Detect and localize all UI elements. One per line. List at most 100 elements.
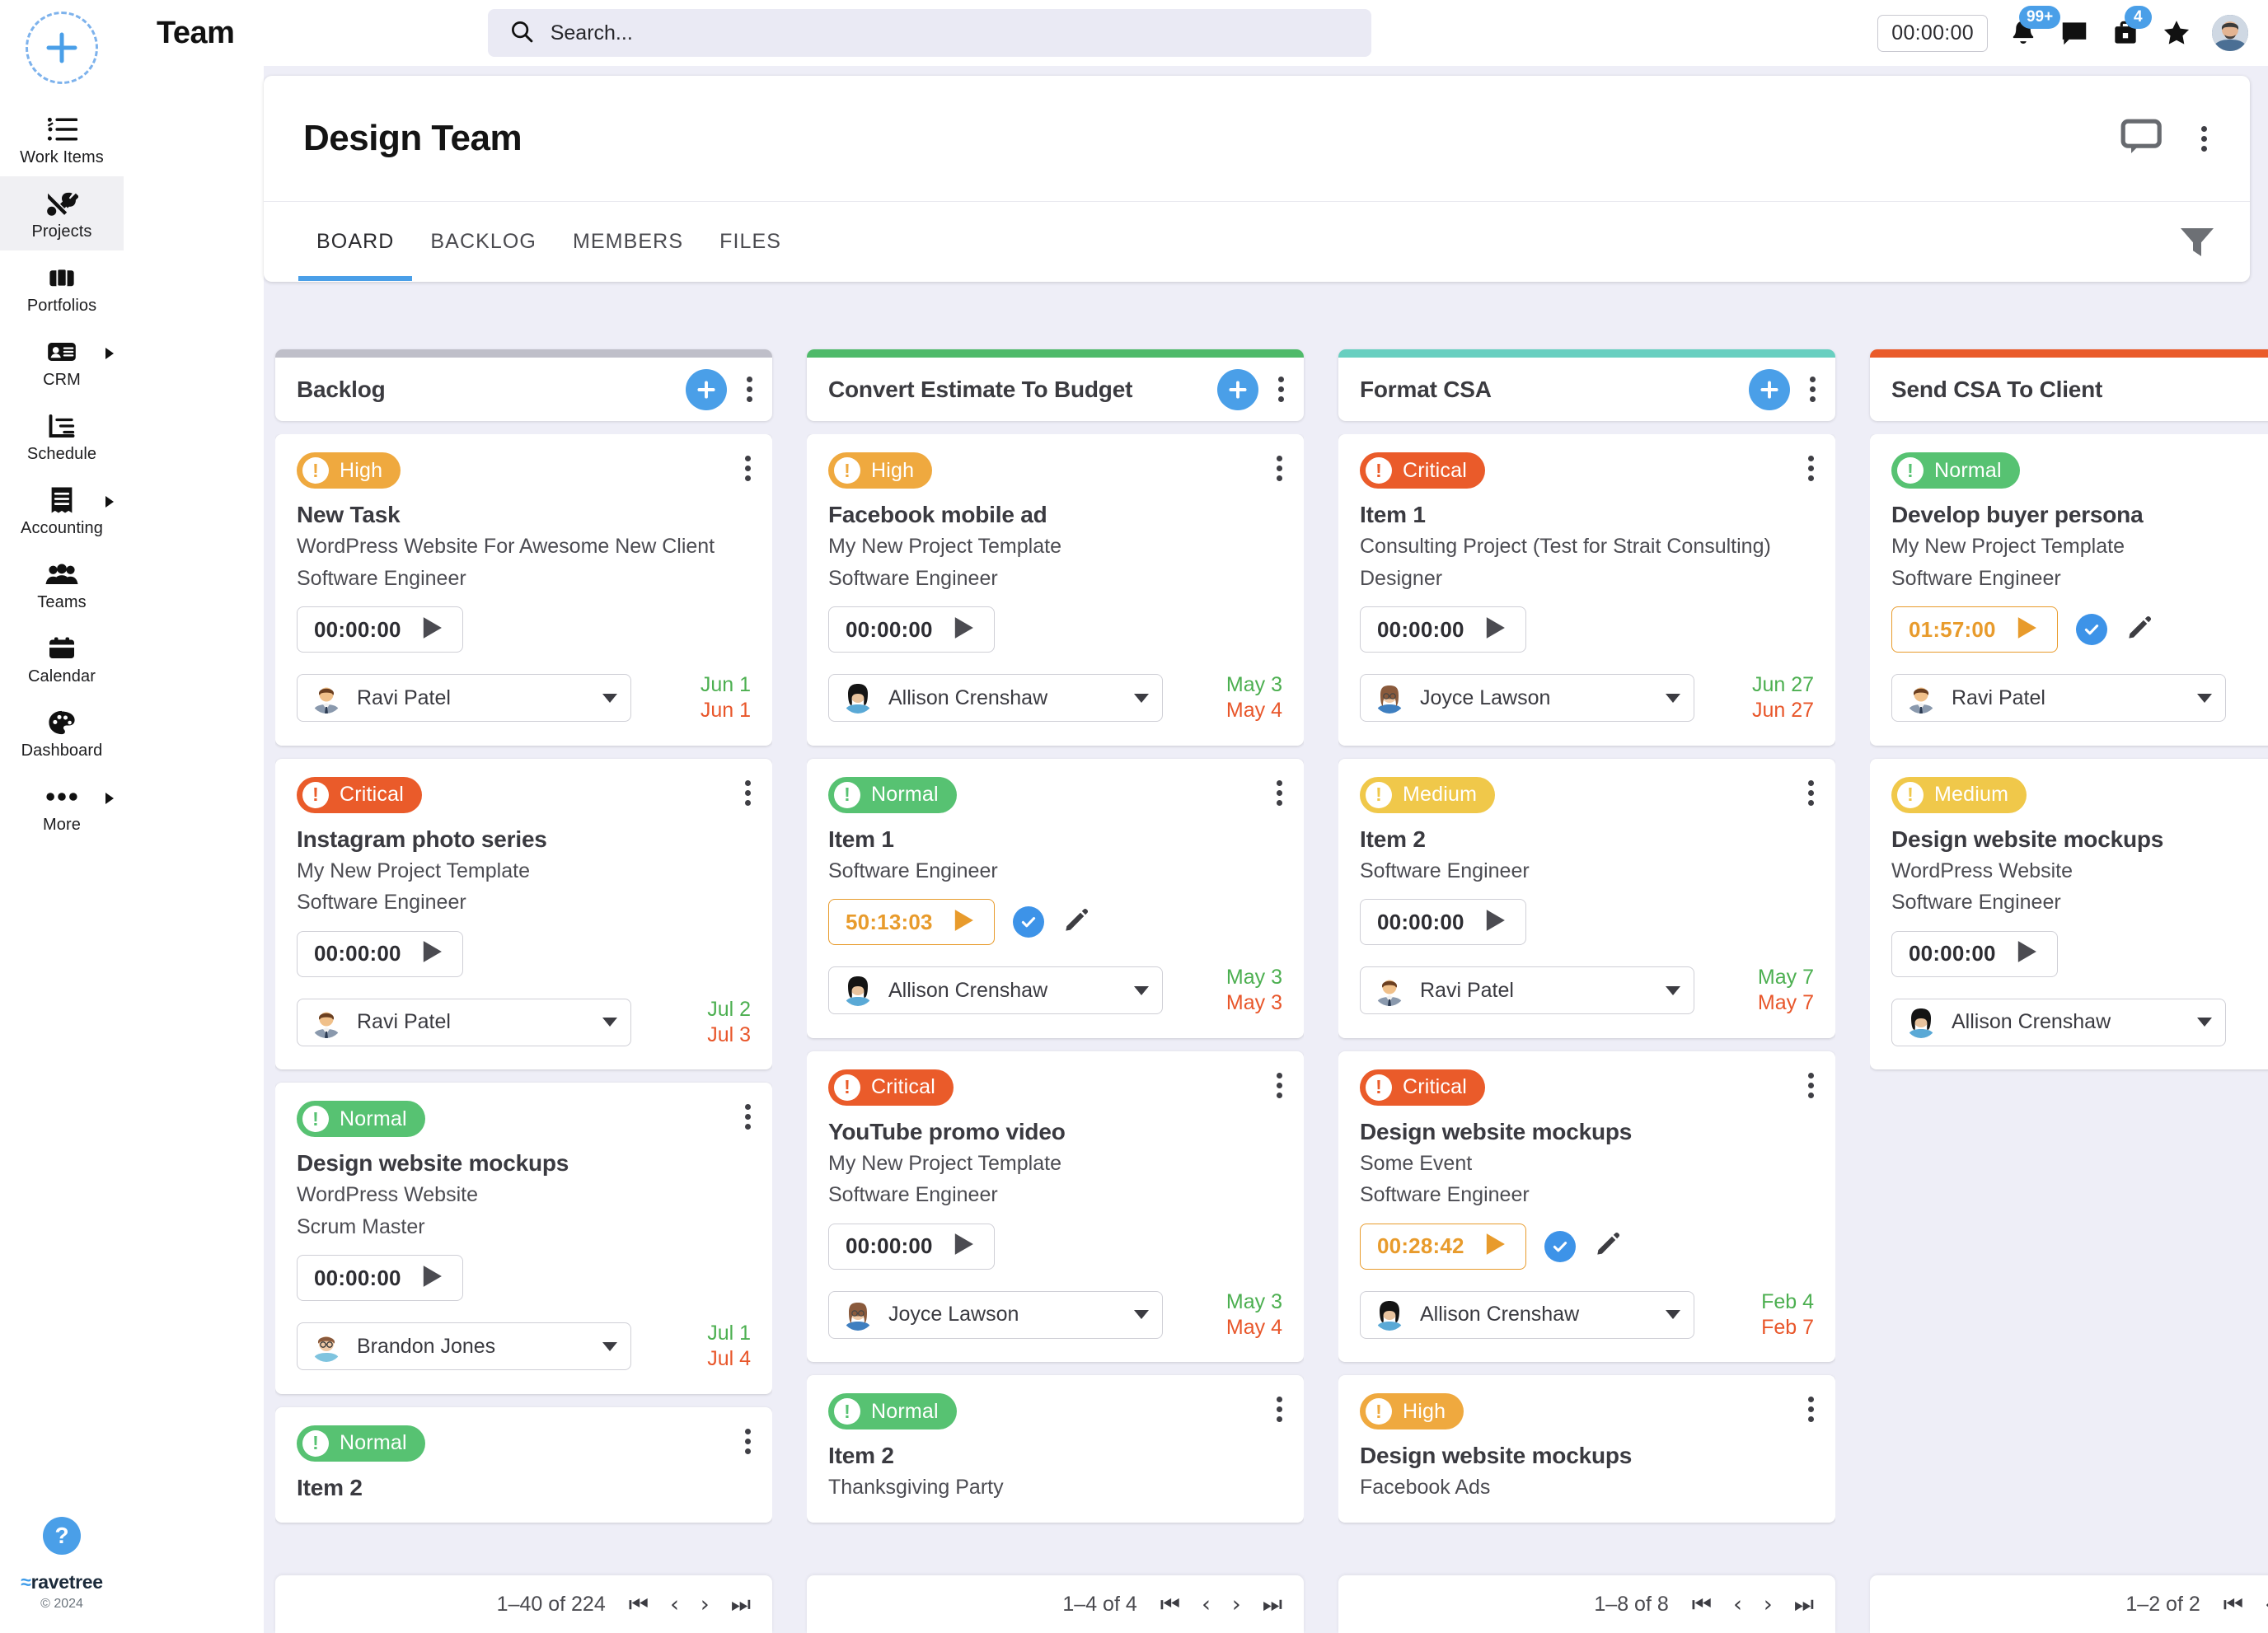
card-timer[interactable]: 00:00:00 bbox=[828, 606, 995, 653]
card-timer[interactable]: 00:00:00 bbox=[1360, 899, 1526, 945]
last-page-button[interactable]: ⏭ bbox=[1794, 1593, 1814, 1616]
add-card-button[interactable] bbox=[686, 369, 727, 410]
card-menu-button[interactable] bbox=[742, 1425, 754, 1458]
next-page-button[interactable]: › bbox=[701, 1593, 710, 1616]
tab-backlog[interactable]: BACKLOG bbox=[412, 202, 555, 281]
task-card[interactable]: !NormalItem 2Thanksgiving Party bbox=[807, 1375, 1304, 1523]
approve-time-button[interactable] bbox=[1544, 1231, 1576, 1262]
column-menu-button[interactable] bbox=[743, 373, 756, 405]
play-icon[interactable] bbox=[1481, 614, 1509, 646]
assignee-select[interactable]: Brandon Jones bbox=[297, 1322, 631, 1370]
play-icon[interactable] bbox=[1481, 906, 1509, 938]
briefcase-icon[interactable]: 4 bbox=[2110, 17, 2141, 49]
play-icon[interactable] bbox=[418, 614, 446, 646]
task-card[interactable]: !HighDesign website mockupsFacebook Ads bbox=[1338, 1375, 1835, 1523]
chevron-down-icon[interactable] bbox=[602, 1342, 617, 1351]
card-timer[interactable]: 00:00:00 bbox=[828, 1224, 995, 1270]
assignee-select[interactable]: Ravi Patel bbox=[1891, 674, 2226, 722]
expand-caret-icon[interactable] bbox=[105, 793, 114, 804]
assignee-select[interactable]: Allison Crenshaw bbox=[1891, 999, 2226, 1046]
filter-icon[interactable] bbox=[2179, 202, 2215, 281]
card-menu-button[interactable] bbox=[1273, 777, 1286, 809]
card-timer[interactable]: 00:28:42 bbox=[1360, 1224, 1526, 1270]
task-card[interactable]: !NormalDesign website mockupsWordPress W… bbox=[275, 1083, 772, 1394]
task-card[interactable]: !NormalItem 2 bbox=[275, 1407, 772, 1523]
sidebar-item-more[interactable]: More bbox=[0, 770, 124, 844]
tab-board[interactable]: BOARD bbox=[298, 202, 412, 281]
chevron-down-icon[interactable] bbox=[1666, 694, 1680, 703]
chevron-down-icon[interactable] bbox=[1666, 1310, 1680, 1319]
card-timer[interactable]: 01:57:00 bbox=[1891, 606, 2058, 653]
approve-time-button[interactable] bbox=[2076, 614, 2107, 645]
help-button[interactable]: ? bbox=[43, 1517, 81, 1555]
play-icon[interactable] bbox=[949, 906, 977, 938]
comment-icon[interactable] bbox=[2120, 119, 2163, 159]
tab-files[interactable]: FILES bbox=[701, 202, 799, 281]
sidebar-item-crm[interactable]: CRM bbox=[0, 325, 124, 399]
sidebar-item-accounting[interactable]: Accounting bbox=[0, 473, 124, 547]
sidebar-item-dashboard[interactable]: Dashboard bbox=[0, 695, 124, 770]
task-card[interactable]: !CriticalInstagram photo seriesMy New Pr… bbox=[275, 759, 772, 1070]
task-card[interactable]: !CriticalYouTube promo videoMy New Proje… bbox=[807, 1051, 1304, 1363]
prev-page-button[interactable]: ‹ bbox=[2265, 1593, 2268, 1616]
prev-page-button[interactable]: ‹ bbox=[670, 1593, 679, 1616]
task-card[interactable]: !MediumItem 2Software Engineer00:00:00Ra… bbox=[1338, 759, 1835, 1038]
play-icon[interactable] bbox=[949, 1230, 977, 1262]
sidebar-item-schedule[interactable]: Schedule bbox=[0, 399, 124, 473]
card-menu-button[interactable] bbox=[1805, 1393, 1817, 1425]
sidebar-item-calendar[interactable]: Calendar bbox=[0, 621, 124, 695]
notifications-bell[interactable]: 99+ bbox=[2008, 17, 2039, 49]
column-menu-button[interactable] bbox=[1275, 373, 1287, 405]
task-card[interactable]: !NormalDevelop buyer personaMy New Proje… bbox=[1870, 434, 2268, 746]
play-icon[interactable] bbox=[418, 938, 446, 970]
tab-members[interactable]: MEMBERS bbox=[555, 202, 701, 281]
play-icon[interactable] bbox=[418, 1262, 446, 1294]
star-icon[interactable] bbox=[2161, 17, 2192, 49]
global-timer[interactable]: 00:00:00 bbox=[1877, 15, 1988, 52]
assignee-select[interactable]: Allison Crenshaw bbox=[1360, 1291, 1694, 1339]
first-page-button[interactable]: ⏮ bbox=[1692, 1593, 1712, 1616]
assignee-select[interactable]: Ravi Patel bbox=[297, 999, 631, 1046]
chevron-down-icon[interactable] bbox=[602, 694, 617, 703]
chevron-down-icon[interactable] bbox=[2197, 1018, 2212, 1027]
card-timer[interactable]: 50:13:03 bbox=[828, 899, 995, 945]
card-timer[interactable]: 00:00:00 bbox=[1891, 931, 2058, 977]
sidebar-item-projects[interactable]: Projects bbox=[0, 176, 124, 250]
next-page-button[interactable]: › bbox=[1232, 1593, 1241, 1616]
card-menu-button[interactable] bbox=[1805, 777, 1817, 809]
task-card[interactable]: !HighNew TaskWordPress Website For Aweso… bbox=[275, 434, 772, 746]
expand-caret-icon[interactable] bbox=[105, 348, 114, 359]
task-card[interactable]: !NormalItem 1Software Engineer50:13:03Al… bbox=[807, 759, 1304, 1038]
user-avatar[interactable] bbox=[2212, 15, 2248, 51]
last-page-button[interactable]: ⏭ bbox=[1263, 1593, 1282, 1616]
next-page-button[interactable]: › bbox=[1764, 1593, 1773, 1616]
sidebar-item-work-items[interactable]: Work Items bbox=[0, 102, 124, 176]
chevron-down-icon[interactable] bbox=[2197, 694, 2212, 703]
first-page-button[interactable]: ⏮ bbox=[629, 1593, 649, 1616]
play-icon[interactable] bbox=[2013, 614, 2041, 646]
add-card-button[interactable] bbox=[1217, 369, 1258, 410]
assignee-select[interactable]: Ravi Patel bbox=[297, 674, 631, 722]
assignee-select[interactable]: Allison Crenshaw bbox=[828, 966, 1163, 1014]
card-timer[interactable]: 00:00:00 bbox=[297, 931, 463, 977]
play-icon[interactable] bbox=[1481, 1230, 1509, 1262]
play-icon[interactable] bbox=[949, 614, 977, 646]
search-input[interactable]: Search... bbox=[488, 9, 1371, 57]
assignee-select[interactable]: Ravi Patel bbox=[1360, 966, 1694, 1014]
task-card[interactable]: !CriticalDesign website mockupsSome Even… bbox=[1338, 1051, 1835, 1363]
card-timer[interactable]: 00:00:00 bbox=[297, 1255, 463, 1301]
card-timer[interactable]: 00:00:00 bbox=[297, 606, 463, 653]
chevron-down-icon[interactable] bbox=[1134, 1310, 1149, 1319]
card-menu-button[interactable] bbox=[1805, 452, 1817, 484]
play-icon[interactable] bbox=[2013, 938, 2041, 970]
add-card-button[interactable] bbox=[1749, 369, 1790, 410]
approve-time-button[interactable] bbox=[1013, 906, 1044, 938]
card-menu-button[interactable] bbox=[742, 777, 754, 809]
card-timer[interactable]: 00:00:00 bbox=[1360, 606, 1526, 653]
card-menu-button[interactable] bbox=[1273, 452, 1286, 484]
task-card[interactable]: !CriticalItem 1Consulting Project (Test … bbox=[1338, 434, 1835, 746]
column-menu-button[interactable] bbox=[1806, 373, 1819, 405]
assignee-select[interactable]: Joyce Lawson bbox=[828, 1291, 1163, 1339]
card-menu-button[interactable] bbox=[1273, 1069, 1286, 1102]
last-page-button[interactable]: ⏭ bbox=[731, 1593, 751, 1616]
